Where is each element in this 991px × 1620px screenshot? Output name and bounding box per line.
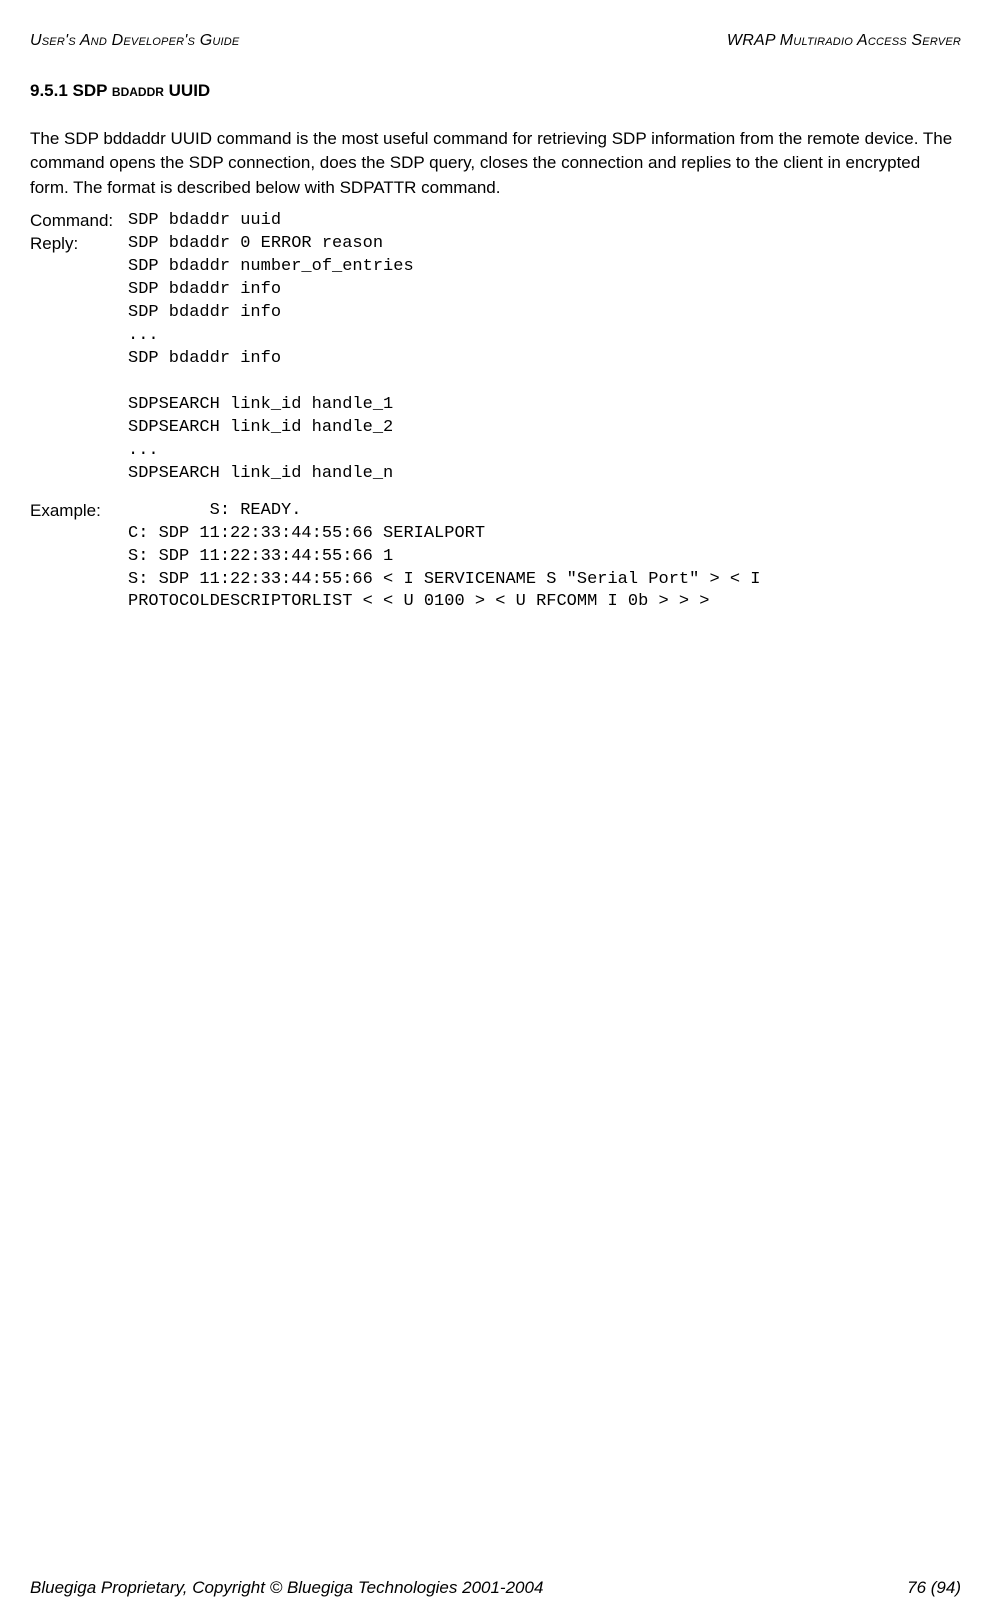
- section-title-smallcaps: bdaddr: [112, 81, 164, 100]
- page-footer: Bluegiga Proprietary, Copyright © Bluegi…: [30, 1577, 961, 1600]
- section-heading: 9.5.1 SDP bdaddr UUID: [30, 80, 961, 103]
- example-label: Example:: [30, 500, 128, 523]
- example-body: C: SDP 11:22:33:44:55:66 SERIALPORT S: S…: [128, 523, 958, 615]
- page-header: User's And Developer's Guide WRAP Multir…: [30, 30, 961, 52]
- command-row: Command: SDP bdaddr uuid: [30, 210, 961, 233]
- section-title-pre: SDP: [73, 81, 112, 100]
- reply-label: Reply:: [30, 233, 128, 256]
- header-left: User's And Developer's Guide: [30, 30, 239, 52]
- footer-right: 76 (94): [907, 1577, 961, 1600]
- example-first-line: S: READY.: [128, 500, 301, 523]
- footer-left: Bluegiga Proprietary, Copyright © Bluegi…: [30, 1577, 543, 1600]
- section-title-post: UUID: [164, 81, 210, 100]
- section-number: 9.5.1: [30, 81, 68, 100]
- command-value: SDP bdaddr uuid: [128, 210, 281, 233]
- reply-value: SDP bdaddr 0 ERROR reason SDP bdaddr num…: [128, 233, 414, 485]
- intro-paragraph: The SDP bddaddr UUID command is the most…: [30, 127, 961, 201]
- example-first-row: Example: S: READY.: [30, 500, 961, 523]
- header-right: WRAP Multiradio Access Server: [727, 30, 961, 52]
- example-rest-row: C: SDP 11:22:33:44:55:66 SERIALPORT S: S…: [30, 523, 961, 615]
- spacer: [30, 486, 961, 500]
- page: User's And Developer's Guide WRAP Multir…: [0, 0, 991, 1620]
- reply-row: Reply: SDP bdaddr 0 ERROR reason SDP bda…: [30, 233, 961, 485]
- command-label: Command:: [30, 210, 128, 233]
